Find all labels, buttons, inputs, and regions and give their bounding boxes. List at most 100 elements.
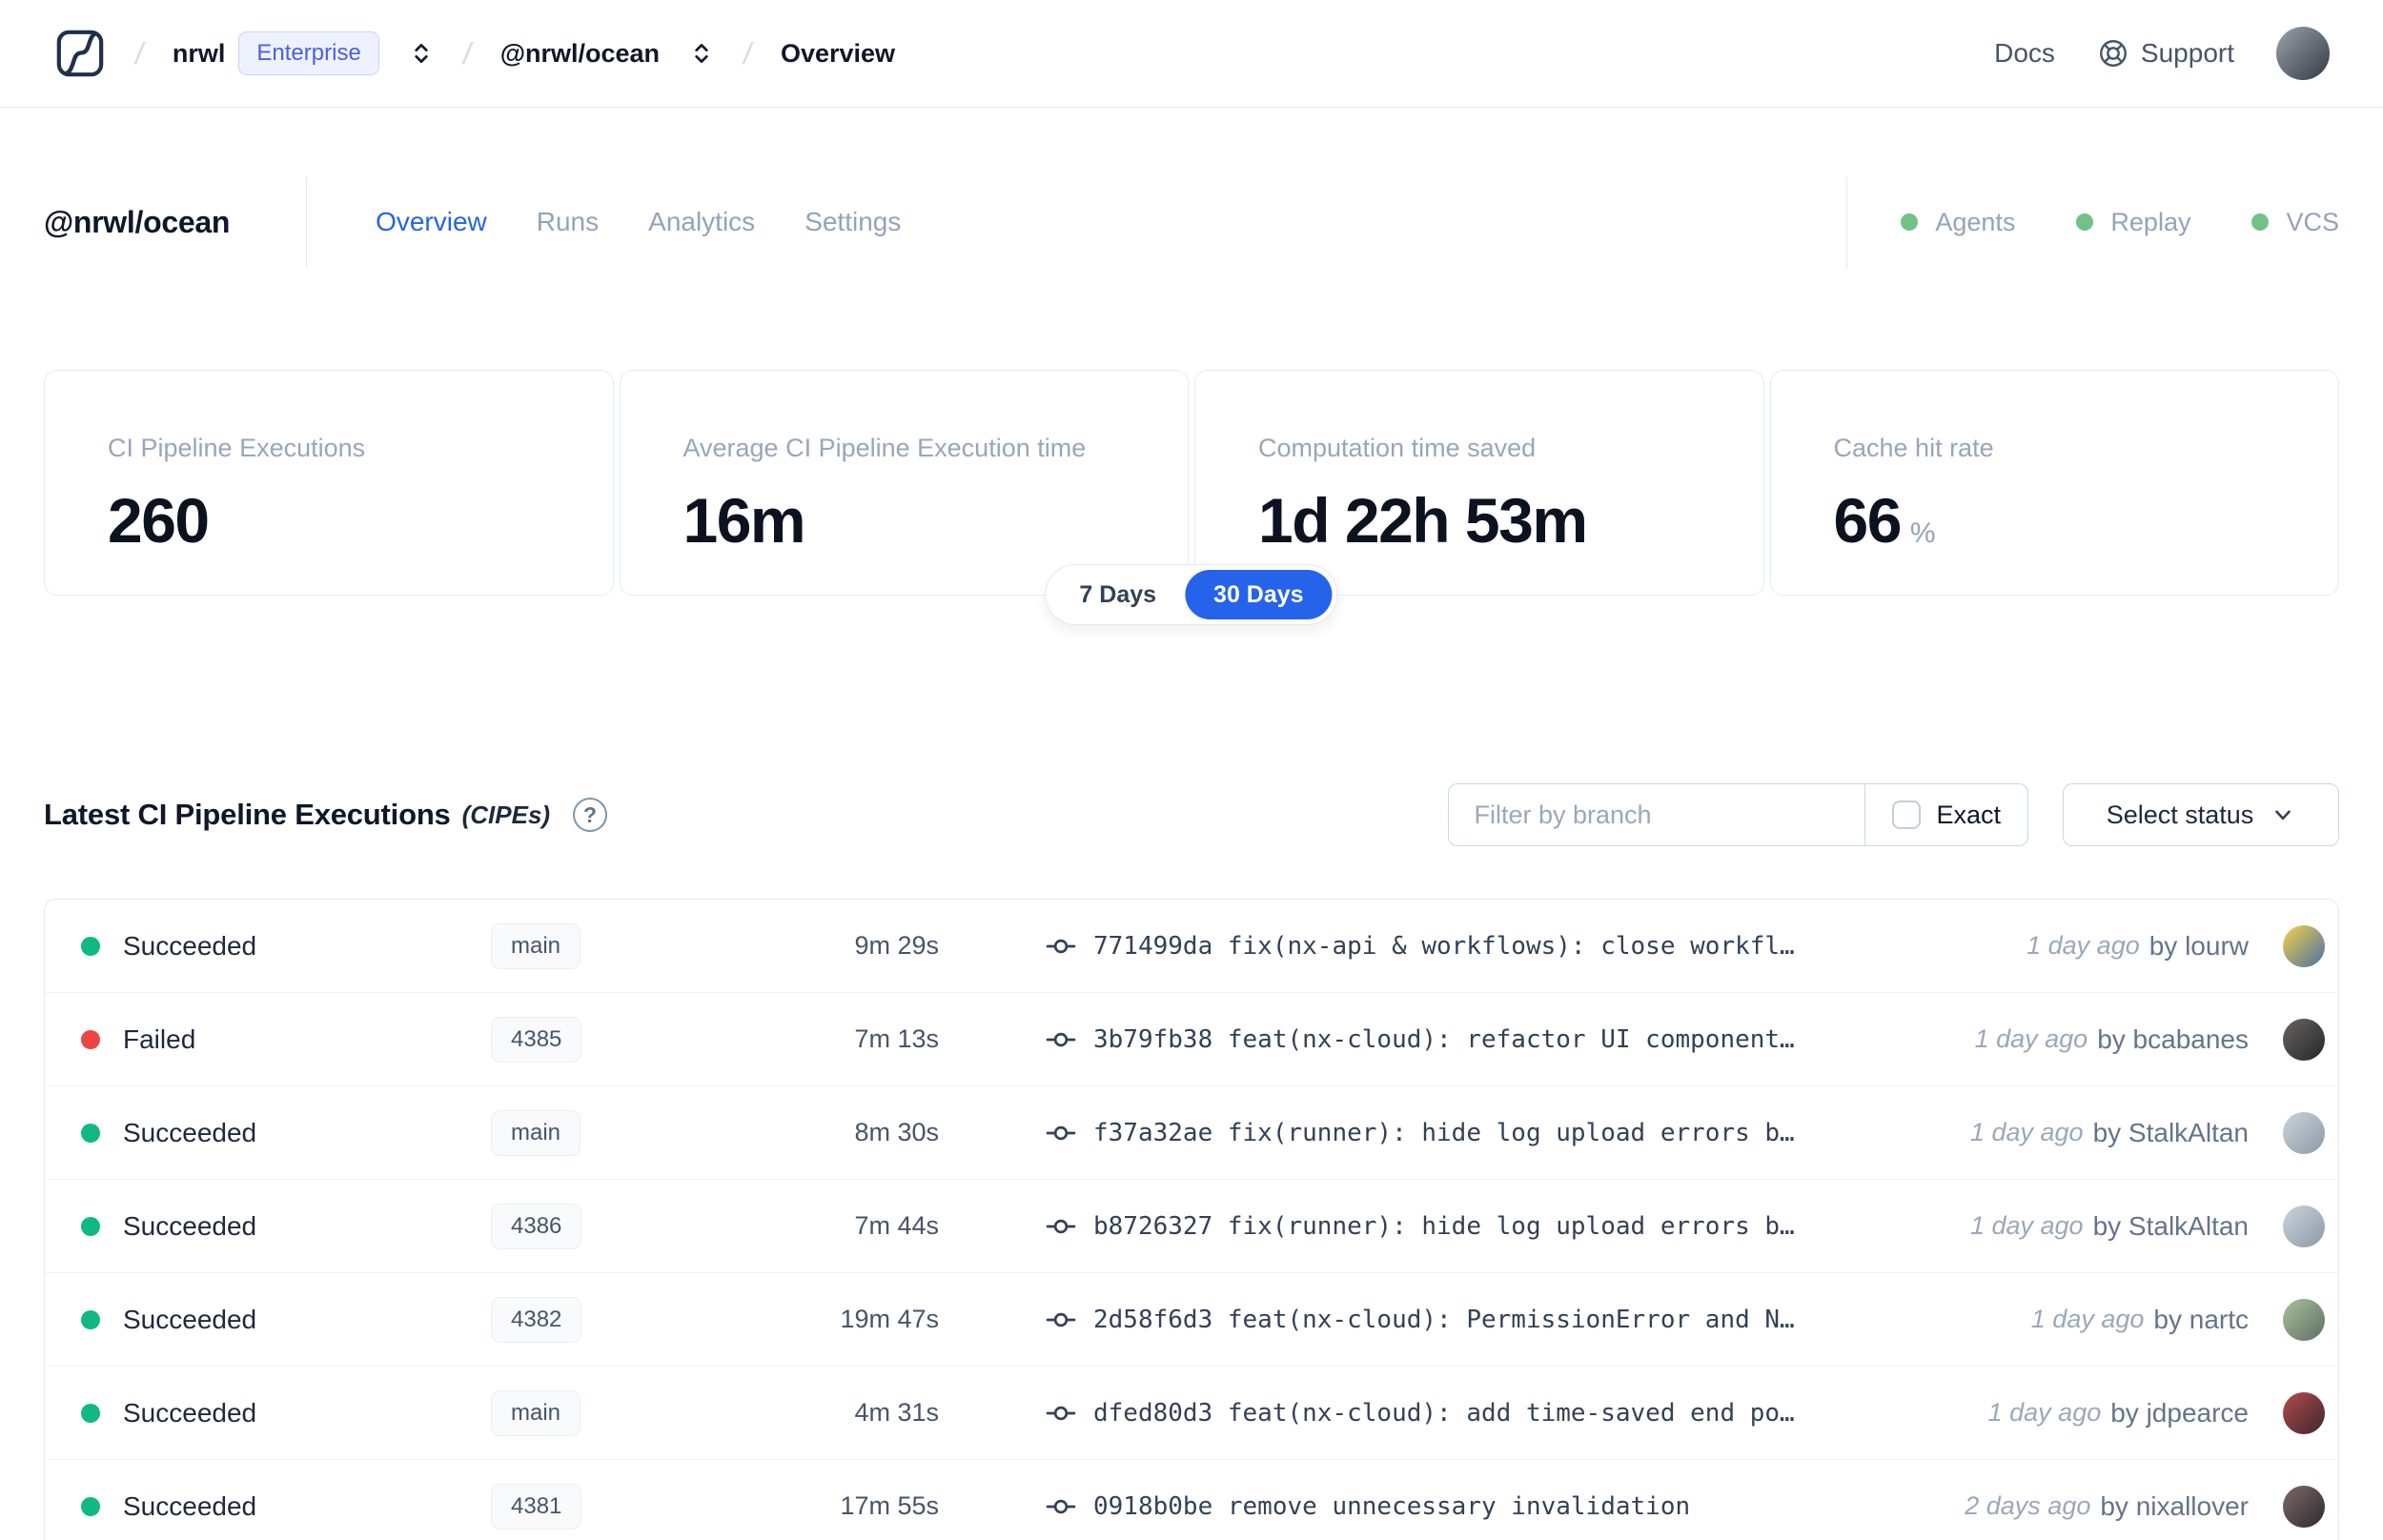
timestamp-label: 1 day ago xyxy=(1974,1024,2088,1053)
commit-message[interactable]: b8726327 fix(runner): hide log upload er… xyxy=(1093,1212,1795,1241)
status-label: Succeeded xyxy=(123,1397,257,1428)
git-commit-icon xyxy=(1046,1491,1076,1522)
cipe-table-row[interactable]: Succeeded main 9m 29s 771499da fix(nx-ap… xyxy=(45,900,2338,993)
feature-label: Agents xyxy=(1935,207,2016,236)
author-label: by nixallover xyxy=(2100,1490,2249,1521)
commit-message[interactable]: 2d58f6d3 feat(nx-cloud): PermissionError… xyxy=(1093,1306,1795,1334)
author-avatar[interactable] xyxy=(2283,1298,2325,1341)
git-commit-icon xyxy=(1046,1305,1076,1335)
top-nav: / nrwl Enterprise / @nrwl/ocean / Overvi… xyxy=(0,0,2383,108)
status-label: Succeeded xyxy=(123,1117,257,1147)
author-label: by nartc xyxy=(2153,1304,2249,1334)
timestamp-label: 1 day ago xyxy=(2030,1305,2145,1333)
commit-message[interactable]: 771499da fix(nx-api & workflows): close … xyxy=(1093,932,1795,961)
commit-message[interactable]: 0918b0be remove unnecessary invalidation xyxy=(1093,1492,1690,1521)
cipe-table: Succeeded main 9m 29s 771499da fix(nx-ap… xyxy=(44,899,2339,1540)
stat-label: Average CI Pipeline Execution time xyxy=(682,434,1087,462)
status-label: Succeeded xyxy=(123,1210,257,1241)
cipe-section-header: Latest CI Pipeline Executions (CIPEs) ? … xyxy=(44,782,2339,847)
support-link[interactable]: Support xyxy=(2097,37,2234,70)
author-label: by StalkAltan xyxy=(2092,1117,2249,1147)
workspace-header: @nrwl/ocean Overview Runs Analytics Sett… xyxy=(44,176,2339,268)
breadcrumb-org: nrwl Enterprise xyxy=(173,31,379,75)
stat-card-cipe-count: CI Pipeline Executions 260 xyxy=(44,370,614,596)
branch-badge[interactable]: 4382 xyxy=(491,1296,582,1343)
branch-badge[interactable]: main xyxy=(491,1389,581,1436)
author-avatar[interactable] xyxy=(2283,1111,2325,1154)
timestamp-label: 1 day ago xyxy=(1969,1118,2084,1146)
branch-filter-group: Exact xyxy=(1448,783,2028,846)
duration-label: 8m 30s xyxy=(854,1118,939,1146)
author-avatar[interactable] xyxy=(2283,1205,2325,1247)
cipe-table-row[interactable]: Succeeded main 4m 31s dfed80d3 feat(nx-c… xyxy=(45,1367,2338,1460)
tab-analytics[interactable]: Analytics xyxy=(648,207,755,237)
status-dot-icon xyxy=(2251,213,2270,231)
cipe-table-row[interactable]: Succeeded main 8m 30s f37a32ae fix(runne… xyxy=(45,1086,2338,1180)
author-avatar[interactable] xyxy=(2283,924,2325,967)
branch-badge[interactable]: 4385 xyxy=(491,1016,582,1063)
status-select-button[interactable]: Select status xyxy=(2063,783,2339,846)
tab-settings[interactable]: Settings xyxy=(805,207,901,237)
org-name: nrwl xyxy=(172,38,226,68)
branch-badge[interactable]: 4386 xyxy=(491,1203,582,1249)
author-label: by bcabanes xyxy=(2097,1023,2249,1054)
question-circle-icon[interactable]: ? xyxy=(573,798,608,832)
nx-cloud-logo-icon[interactable] xyxy=(53,27,107,80)
support-label: Support xyxy=(2140,38,2234,68)
branch-filter-input[interactable] xyxy=(1449,784,1865,845)
author-label: by lourw xyxy=(2149,930,2249,961)
author-avatar[interactable] xyxy=(2283,1018,2325,1061)
duration-label: 4m 31s xyxy=(854,1398,939,1427)
stat-label: CI Pipeline Executions xyxy=(108,434,366,462)
timestamp-label: 1 day ago xyxy=(1987,1398,2102,1427)
exact-filter: Exact xyxy=(1864,784,2027,845)
breadcrumb-page: Overview xyxy=(780,38,896,68)
commit-message[interactable]: dfed80d3 feat(nx-cloud): add time-saved … xyxy=(1093,1399,1795,1428)
stat-label: Computation time saved xyxy=(1258,434,1537,462)
range-7-days-button[interactable]: 7 Days xyxy=(1050,570,1185,619)
feature-status-group: Agents Replay VCS xyxy=(1901,208,2339,237)
status-label: Succeeded xyxy=(123,1304,257,1334)
stat-value: 16m xyxy=(682,485,806,556)
author-avatar[interactable] xyxy=(2283,1485,2325,1528)
status-dot-icon xyxy=(81,1403,100,1423)
tab-runs[interactable]: Runs xyxy=(537,207,599,237)
status-dot-icon xyxy=(81,1029,100,1049)
exact-checkbox[interactable] xyxy=(1892,800,1922,829)
breadcrumb-separator: / xyxy=(460,35,475,71)
author-avatar[interactable] xyxy=(2283,1391,2325,1434)
author-label: by jdpearce xyxy=(2110,1397,2249,1428)
docs-link[interactable]: Docs xyxy=(1994,38,2055,69)
workspace-tabs: Overview Runs Analytics Settings xyxy=(376,207,1846,237)
page-title: @nrwl/ocean xyxy=(44,204,231,239)
feature-vcs: VCS xyxy=(2251,208,2339,237)
duration-label: 9m 29s xyxy=(854,931,939,960)
status-dot-icon xyxy=(1901,213,1919,231)
workspace-selector-icon[interactable] xyxy=(688,40,715,67)
git-commit-icon xyxy=(1046,931,1076,962)
timestamp-label: 1 day ago xyxy=(2027,931,2140,960)
cipe-table-row[interactable]: Succeeded 4382 19m 47s 2d58f6d3 feat(nx-… xyxy=(45,1273,2338,1367)
timestamp-label: 2 days ago xyxy=(1965,1491,2091,1520)
status-label: Failed xyxy=(123,1023,196,1054)
range-30-days-button[interactable]: 30 Days xyxy=(1185,570,1333,619)
stat-card-time-saved: Computation time saved 1d 22h 53m xyxy=(1194,370,1764,596)
breadcrumb-separator: / xyxy=(741,35,755,71)
tab-overview[interactable]: Overview xyxy=(376,207,487,237)
user-avatar[interactable] xyxy=(2276,27,2330,80)
org-selector-icon[interactable] xyxy=(408,40,435,67)
breadcrumb-separator: / xyxy=(132,35,147,71)
chevron-down-icon xyxy=(2271,802,2295,827)
cipe-table-row[interactable]: Failed 4385 7m 13s 3b79fb38 feat(nx-clou… xyxy=(45,993,2338,1086)
branch-badge[interactable]: 4381 xyxy=(491,1483,582,1530)
commit-message[interactable]: 3b79fb38 feat(nx-cloud): refactor UI com… xyxy=(1093,1025,1795,1054)
cipe-table-row[interactable]: Succeeded 4381 17m 55s 0918b0be remove u… xyxy=(45,1460,2338,1540)
cipe-table-row[interactable]: Succeeded 4386 7m 44s b8726327 fix(runne… xyxy=(45,1180,2338,1273)
duration-label: 7m 44s xyxy=(854,1211,939,1240)
status-dot-icon xyxy=(81,1309,100,1329)
branch-badge[interactable]: main xyxy=(491,1109,581,1156)
stat-card-avg-time: Average CI Pipeline Execution time 16m xyxy=(619,370,1189,596)
status-dot-icon xyxy=(81,1123,100,1143)
branch-badge[interactable]: main xyxy=(491,922,581,969)
commit-message[interactable]: f37a32ae fix(runner): hide log upload er… xyxy=(1093,1119,1795,1147)
